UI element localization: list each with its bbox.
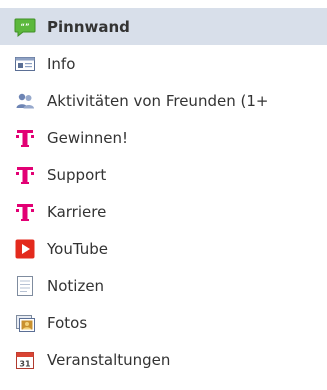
nav-item-gewinnen[interactable]: Gewinnen! (0, 119, 327, 156)
notes-icon (17, 275, 33, 296)
nav-label-fotos: Fotos (47, 313, 88, 332)
nav-label-info: Info (47, 54, 76, 73)
friends-icon (16, 93, 34, 108)
nav-label-karriere: Karriere (47, 202, 107, 221)
nav-item-karriere[interactable]: Karriere (0, 193, 327, 230)
nav-label-veranstaltungen: Veranstaltungen (47, 350, 171, 369)
nav-item-notizen[interactable]: Notizen (0, 267, 327, 304)
nav-item-pinnwand[interactable]: “” Pinnwand (0, 8, 327, 45)
page-tabs-nav: “” Pinnwand Info Aktivitäten von Freunde… (0, 8, 327, 378)
info-card-icon (15, 56, 35, 71)
nav-label-youtube: YouTube (47, 239, 108, 258)
nav-item-info[interactable]: Info (0, 45, 327, 82)
nav-item-support[interactable]: Support (0, 156, 327, 193)
photos-icon (16, 314, 35, 332)
nav-item-veranstaltungen[interactable]: 31 Veranstaltungen (0, 341, 327, 378)
nav-label-support: Support (47, 165, 107, 184)
svg-text:“”: “” (20, 22, 29, 30)
telekom-t-icon (16, 129, 34, 147)
svg-text:31: 31 (19, 359, 31, 368)
nav-label-gewinnen: Gewinnen! (47, 128, 129, 147)
youtube-play-icon (15, 239, 35, 258)
nav-label-aktivitaeten: Aktivitäten von Freunden (1+ (47, 91, 269, 110)
nav-label-notizen: Notizen (47, 276, 105, 295)
nav-item-fotos[interactable]: Fotos (0, 304, 327, 341)
telekom-t-icon (16, 166, 34, 184)
calendar-31-icon: 31 (16, 351, 34, 369)
telekom-t-icon (16, 203, 34, 221)
wall-speech-bubble-icon: “” (14, 18, 36, 37)
nav-item-youtube[interactable]: YouTube (0, 230, 327, 267)
nav-item-aktivitaeten[interactable]: Aktivitäten von Freunden (1+ (0, 82, 327, 119)
nav-label-pinnwand: Pinnwand (47, 17, 130, 36)
